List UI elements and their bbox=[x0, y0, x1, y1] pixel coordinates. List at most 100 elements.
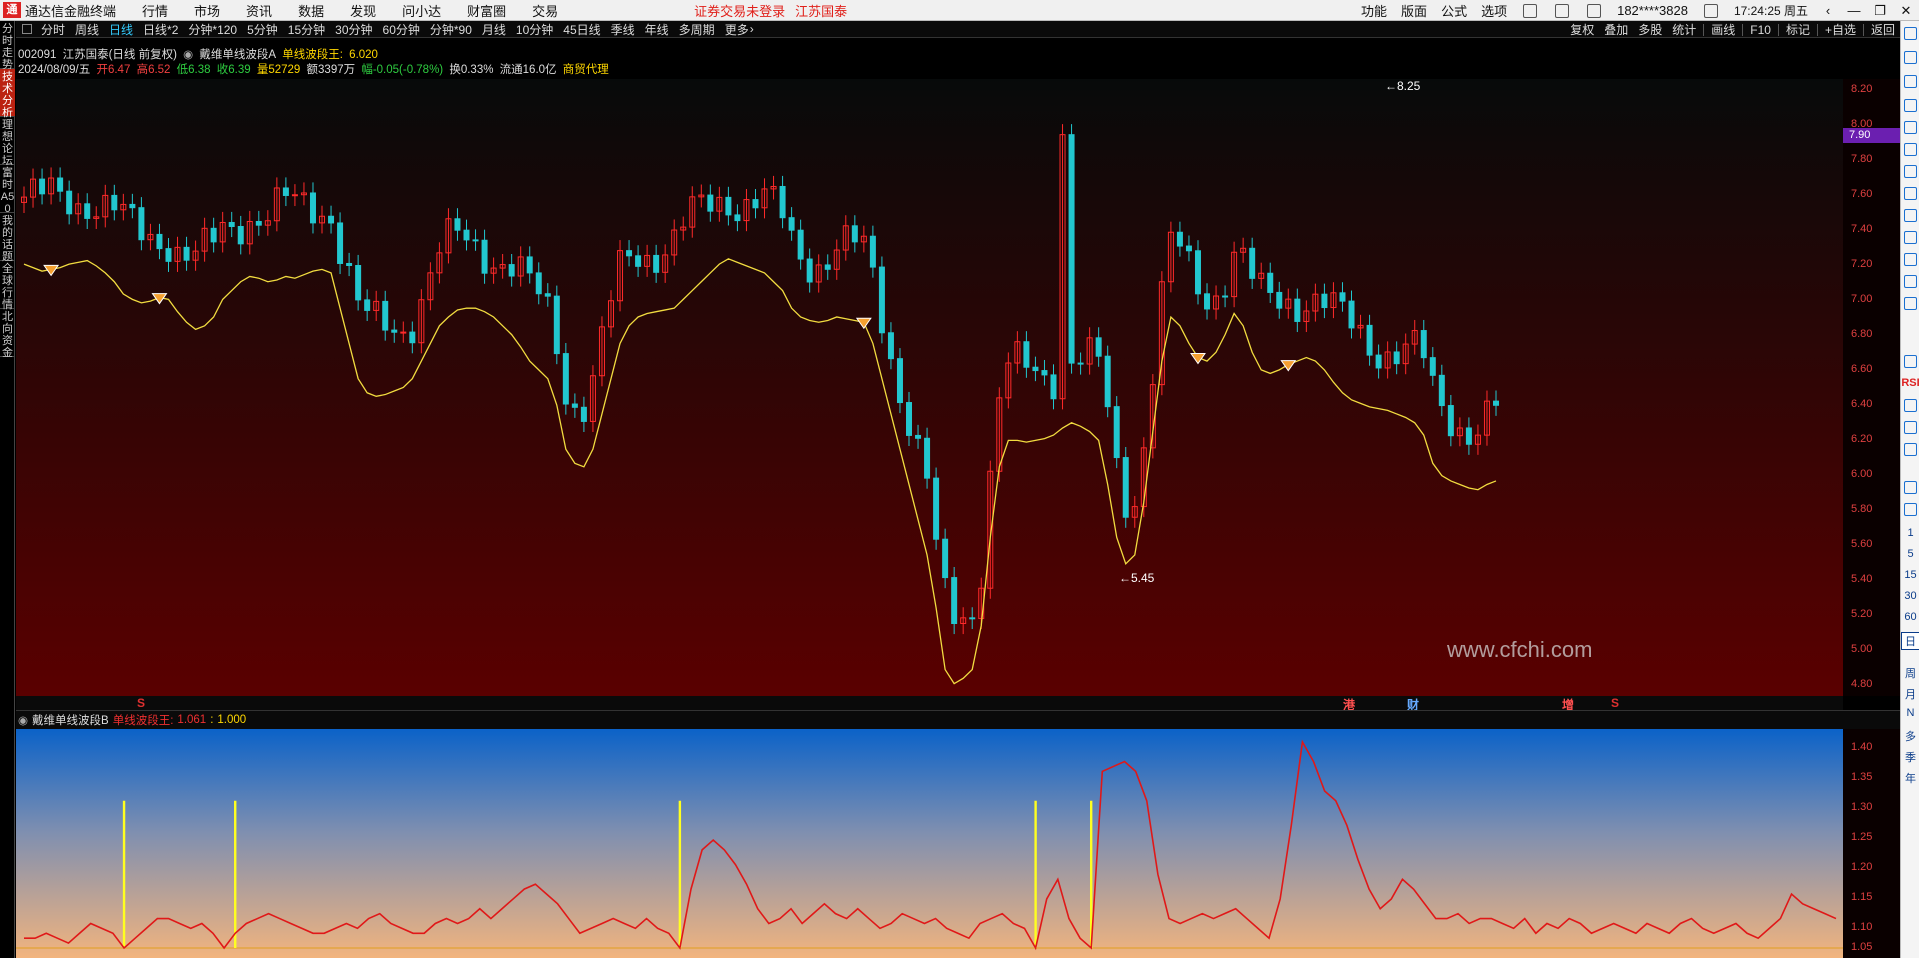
tab-topics[interactable]: 我的话题 bbox=[0, 213, 15, 263]
broker-name[interactable]: 江苏国泰 bbox=[795, 1, 847, 20]
period-day[interactable]: 日 bbox=[1901, 632, 1919, 650]
square-icon[interactable] bbox=[1703, 3, 1718, 18]
tool-icon[interactable] bbox=[1904, 503, 1917, 516]
menu-discover[interactable]: 发现 bbox=[350, 1, 376, 20]
chart-icon[interactable] bbox=[1904, 209, 1917, 222]
finance-icon[interactable] bbox=[1904, 187, 1917, 200]
period-60min[interactable]: 60分钟 bbox=[383, 21, 420, 38]
chart-line-icon[interactable] bbox=[1904, 355, 1917, 368]
f5-icon[interactable] bbox=[1904, 481, 1917, 494]
arrow-up-icon[interactable] bbox=[1904, 27, 1917, 40]
candle-body bbox=[824, 264, 831, 270]
arrow-up-icon[interactable] bbox=[1904, 51, 1917, 64]
user-account[interactable]: 182****3828 bbox=[1617, 3, 1688, 18]
btn-back[interactable]: 返回 bbox=[1871, 21, 1895, 38]
back-arrow-icon[interactable]: ‹ bbox=[1817, 3, 1839, 18]
tab-a50[interactable]: 富时A50 bbox=[0, 165, 15, 215]
period-year[interactable]: 年 bbox=[1901, 770, 1919, 786]
close-icon[interactable]: ✕ bbox=[1895, 3, 1917, 19]
period-multi[interactable]: 多周期 bbox=[679, 21, 715, 38]
line-icon[interactable] bbox=[1904, 143, 1917, 156]
tab-northbound[interactable]: 北向资金 bbox=[0, 309, 15, 359]
document-icon[interactable] bbox=[1904, 231, 1917, 244]
period-monthly[interactable]: 月线 bbox=[482, 21, 506, 38]
minimize-icon[interactable]: — bbox=[1843, 3, 1865, 18]
menu-markets[interactable]: 市场 bbox=[194, 1, 220, 20]
indicator-toggle-icon[interactable]: ◉ bbox=[183, 49, 193, 61]
btn-stats[interactable]: 统计 bbox=[1672, 21, 1696, 38]
period-more[interactable]: 更多 bbox=[725, 21, 749, 38]
period-60[interactable]: 60 bbox=[1901, 611, 1919, 623]
period-min-90[interactable]: 分钟*90 bbox=[430, 21, 472, 38]
tab-forum[interactable]: 理想论坛 bbox=[0, 117, 15, 167]
fund-icon[interactable] bbox=[1904, 275, 1917, 288]
period-n[interactable]: N bbox=[1901, 707, 1919, 719]
period-multi-icon[interactable]: 多 bbox=[1901, 728, 1919, 744]
period-5min[interactable]: 5分钟 bbox=[247, 21, 278, 38]
event-marker[interactable]: S bbox=[137, 696, 145, 710]
period-daily[interactable]: 日线 bbox=[109, 21, 133, 38]
menu-trade[interactable]: 交易 bbox=[532, 1, 558, 20]
period-10min[interactable]: 10分钟 bbox=[516, 21, 553, 38]
btn-add-watch[interactable]: +自选 bbox=[1825, 21, 1856, 38]
period-min-120[interactable]: 分钟*120 bbox=[188, 21, 237, 38]
f10-icon[interactable] bbox=[1904, 253, 1917, 266]
period-month[interactable]: 月 bbox=[1901, 686, 1919, 702]
indicator-name[interactable]: 戴维单线波段A bbox=[199, 49, 276, 61]
btn-mark[interactable]: 标记 bbox=[1786, 21, 1810, 38]
period-intraday[interactable]: 分时 bbox=[41, 21, 65, 38]
indicator-toggle-icon[interactable]: ◉ bbox=[18, 713, 28, 727]
menu-wealth[interactable]: 财富圈 bbox=[467, 1, 506, 20]
event-marker[interactable]: S bbox=[1611, 696, 1619, 710]
period-daily-2[interactable]: 日线*2 bbox=[143, 21, 178, 38]
circle-icon[interactable] bbox=[1904, 297, 1917, 310]
tab-technical[interactable]: 技术分析 bbox=[0, 69, 15, 119]
menu-market[interactable]: 行情 bbox=[142, 1, 168, 20]
arrow-down-icon[interactable] bbox=[1904, 75, 1917, 88]
sector-name[interactable]: 商贸代理 bbox=[563, 64, 609, 76]
grid-icon[interactable] bbox=[1904, 99, 1917, 112]
pencil-icon[interactable] bbox=[1904, 443, 1917, 456]
period-30[interactable]: 30 bbox=[1901, 590, 1919, 602]
btn-draw[interactable]: 画线 bbox=[1711, 21, 1735, 38]
move-icon[interactable] bbox=[1904, 421, 1917, 434]
bar-icon[interactable] bbox=[1904, 165, 1917, 178]
tab-global[interactable]: 全球行情 bbox=[0, 261, 15, 311]
btn-adjust[interactable]: 复权 bbox=[1570, 21, 1594, 38]
tab-intraday[interactable]: 分时走势 bbox=[0, 21, 15, 71]
message-icon[interactable] bbox=[1587, 3, 1602, 18]
menu-data[interactable]: 数据 bbox=[298, 1, 324, 20]
menu-news[interactable]: 资讯 bbox=[246, 1, 272, 20]
menu-ask[interactable]: 问小达 bbox=[402, 1, 441, 20]
period-15[interactable]: 15 bbox=[1901, 569, 1919, 581]
period-15min[interactable]: 15分钟 bbox=[288, 21, 325, 38]
layout-icon[interactable] bbox=[22, 24, 32, 34]
btn-multi-stock[interactable]: 多股 bbox=[1638, 21, 1662, 38]
period-30min[interactable]: 30分钟 bbox=[335, 21, 372, 38]
menu-options[interactable]: 选项 bbox=[1481, 1, 1507, 20]
table-icon[interactable] bbox=[1904, 121, 1917, 134]
period-5[interactable]: 5 bbox=[1901, 548, 1919, 560]
period-yearly[interactable]: 年线 bbox=[645, 21, 669, 38]
candlestick-chart[interactable] bbox=[16, 79, 1843, 696]
sub-indicator-chart[interactable] bbox=[16, 729, 1843, 958]
period-quarter[interactable]: 季 bbox=[1901, 749, 1919, 765]
sub-indicator-name[interactable]: 戴维单线波段B bbox=[32, 712, 109, 728]
menu-formula[interactable]: 公式 bbox=[1441, 1, 1467, 20]
menu-function[interactable]: 功能 bbox=[1361, 1, 1387, 20]
rsi-button[interactable]: RSI bbox=[1901, 377, 1919, 389]
refresh-icon[interactable] bbox=[1523, 3, 1538, 18]
period-45day[interactable]: 45日线 bbox=[563, 21, 600, 38]
period-week[interactable]: 周 bbox=[1901, 665, 1919, 681]
phone-icon[interactable] bbox=[1555, 3, 1570, 18]
btn-overlay[interactable]: 叠加 bbox=[1604, 21, 1628, 38]
chevron-right-icon[interactable]: › bbox=[750, 22, 754, 36]
period-1[interactable]: 1 bbox=[1901, 527, 1919, 539]
s-icon[interactable] bbox=[1904, 399, 1917, 412]
menu-layout[interactable]: 版面 bbox=[1401, 1, 1427, 20]
login-warning[interactable]: 证券交易未登录 bbox=[694, 1, 785, 20]
period-weekly[interactable]: 周线 bbox=[75, 21, 99, 38]
period-quarterly[interactable]: 季线 bbox=[611, 21, 635, 38]
maximize-icon[interactable]: ❐ bbox=[1869, 3, 1891, 19]
btn-f10[interactable]: F10 bbox=[1750, 23, 1771, 37]
